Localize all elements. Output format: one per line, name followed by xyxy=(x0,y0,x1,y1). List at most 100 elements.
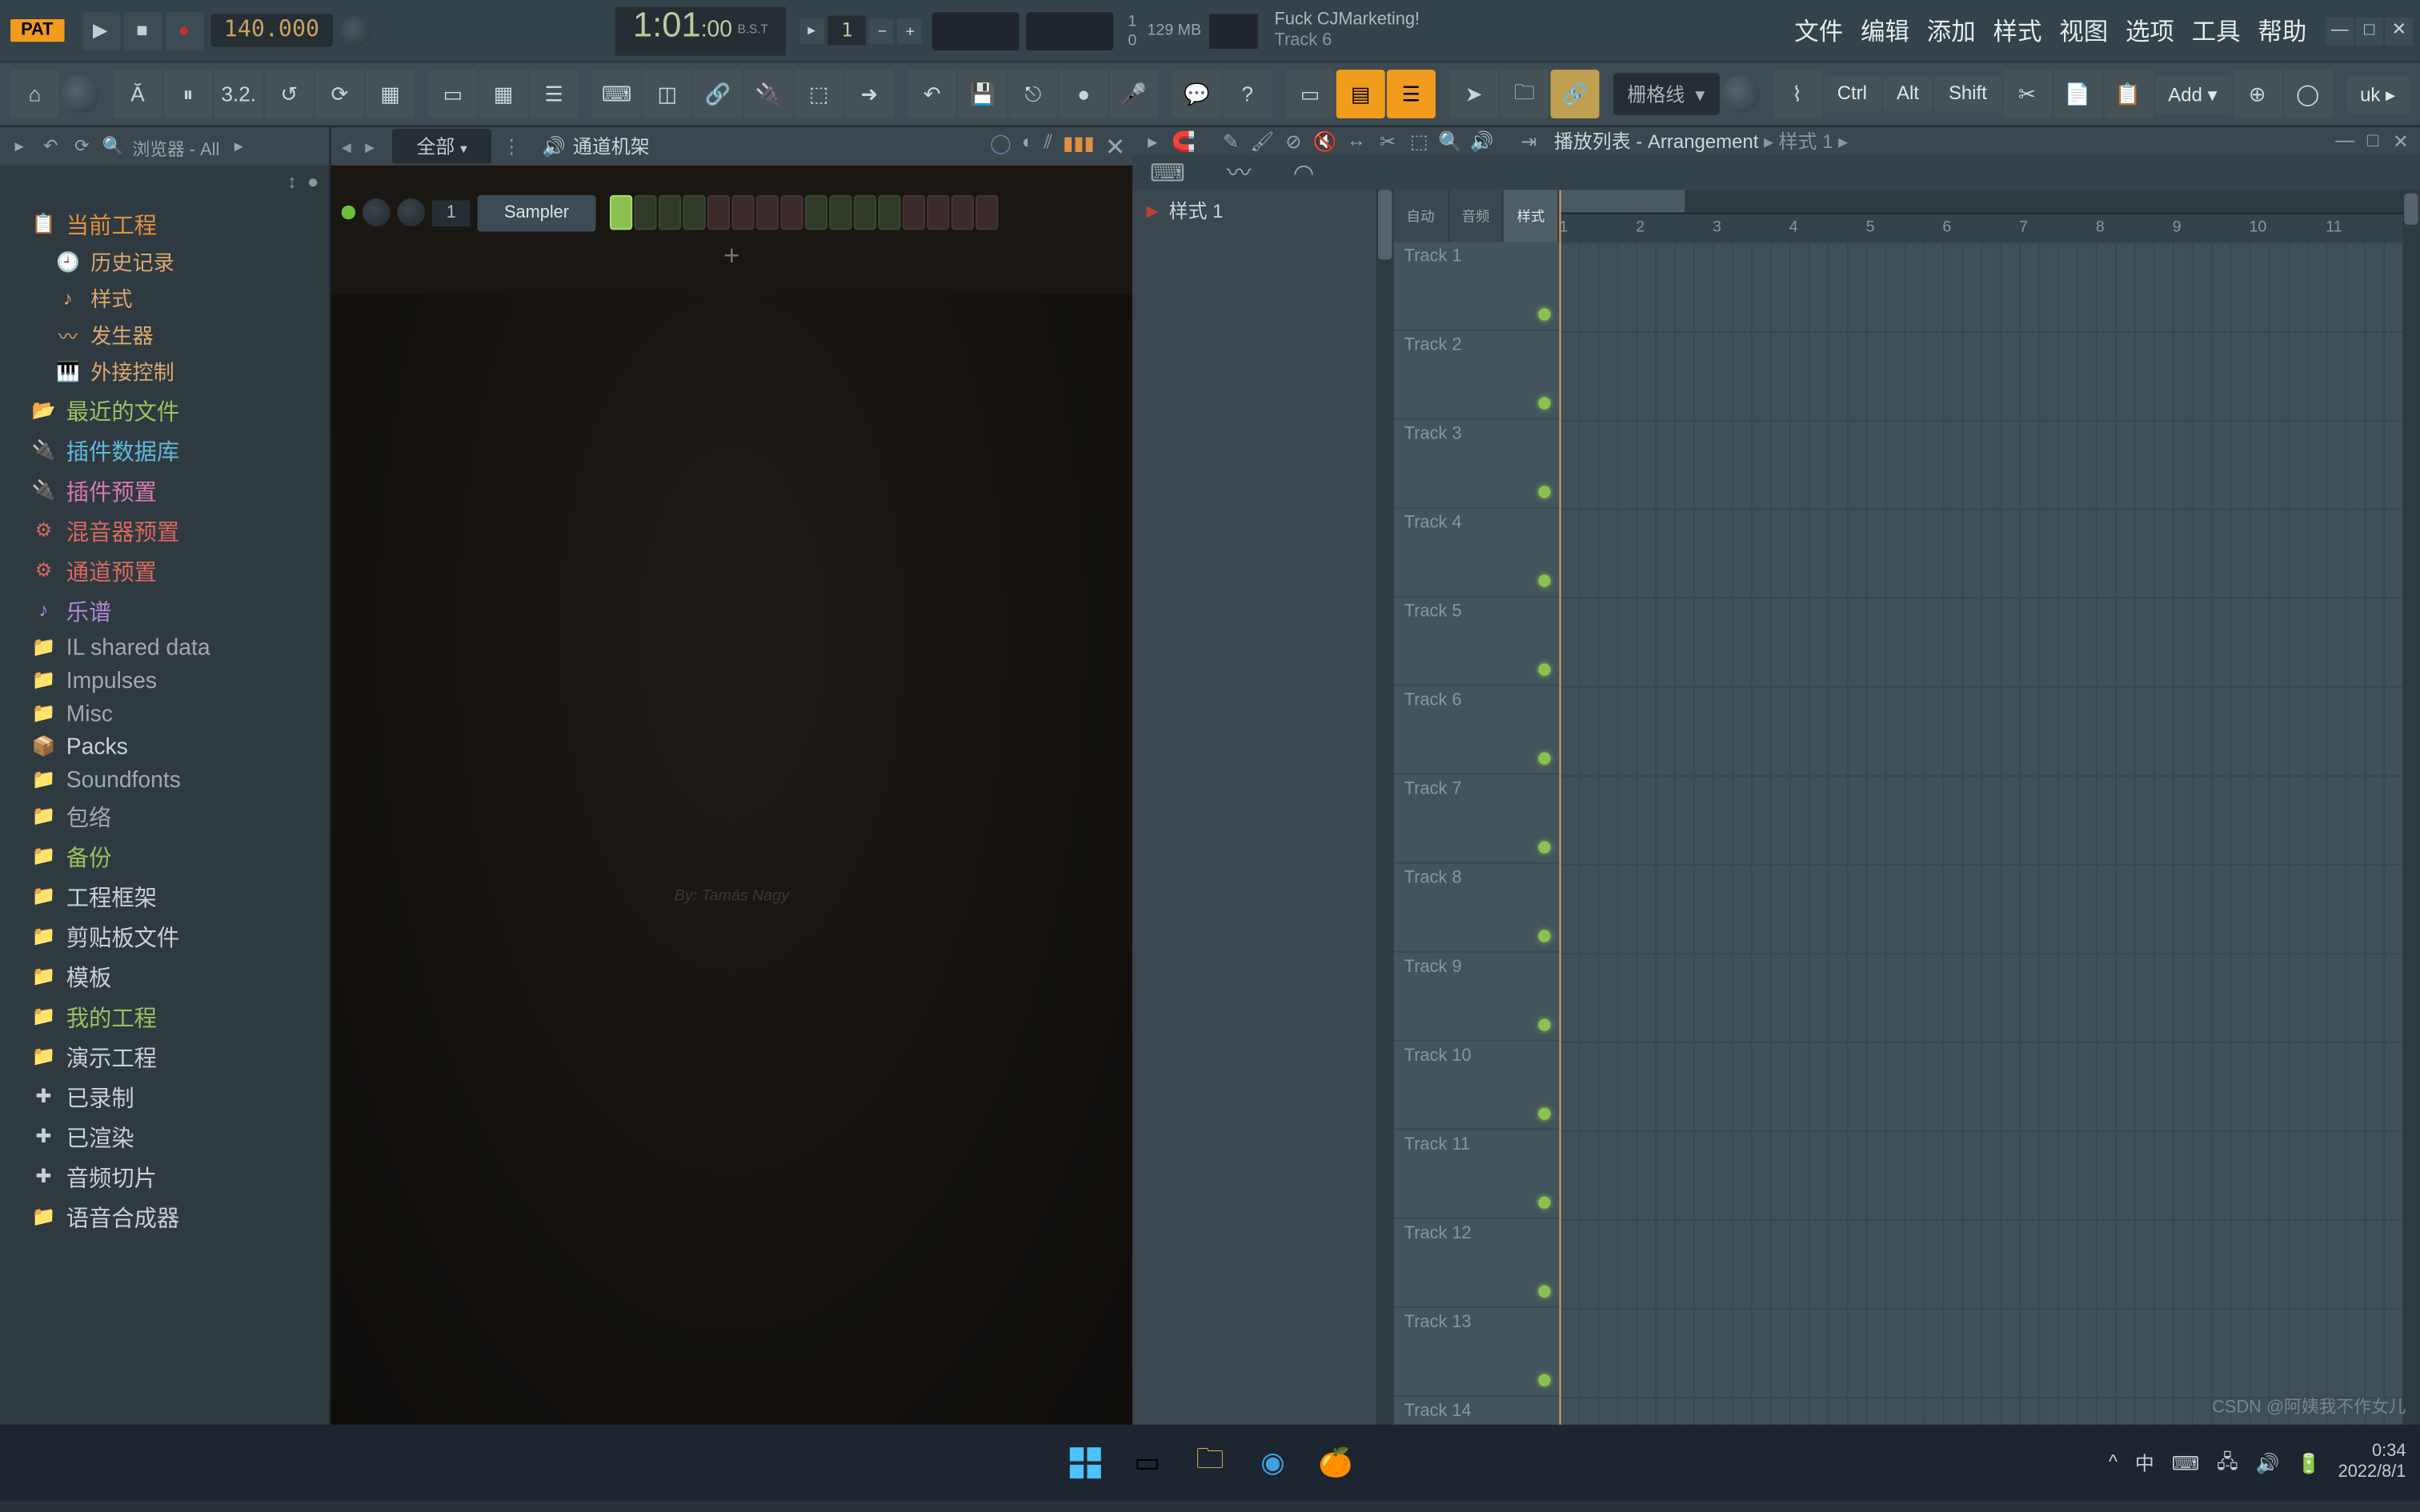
close-button[interactable]: ✕ xyxy=(2385,17,2413,45)
record-button[interactable]: ● xyxy=(165,11,203,50)
taskview-button[interactable]: ▭ xyxy=(1123,1438,1172,1487)
track-header-8[interactable]: Track 8 xyxy=(1394,864,1560,953)
tray-network-icon[interactable]: 🖧 xyxy=(2217,1446,2238,1479)
timeline-ruler[interactable]: 1234567891011 xyxy=(1559,214,2419,242)
multilink-toggle[interactable]: 🔗 xyxy=(693,70,742,118)
step-8[interactable] xyxy=(780,195,803,230)
step-edit-toggle[interactable]: ▦ xyxy=(366,70,415,118)
channel-number[interactable]: 1 xyxy=(432,199,471,226)
track-header-6[interactable]: Track 6 xyxy=(1394,686,1560,775)
browser-item-8[interactable]: ⚙混音器预置 xyxy=(0,510,329,550)
tray-chevron-icon[interactable]: ^ xyxy=(2109,1453,2118,1474)
maximize-button[interactable]: □ xyxy=(2355,17,2383,45)
browser-item-0[interactable]: 📋当前工程 xyxy=(0,204,329,244)
snap-knob[interactable] xyxy=(1721,75,1759,114)
pl-close-button[interactable]: ✕ xyxy=(2389,130,2413,152)
browser-item-12[interactable]: 📁Impulses xyxy=(0,663,329,696)
rack-graph-icon[interactable]: ⫽ xyxy=(1044,131,1052,161)
browser-sort-icon[interactable]: ↕ xyxy=(287,173,297,194)
browser-item-21[interactable]: 📁我的工程 xyxy=(0,996,329,1036)
browser-item-25[interactable]: ✚音频切片 xyxy=(0,1157,329,1197)
plugin-2-icon[interactable]: ⬚ xyxy=(795,70,843,118)
menu-add[interactable]: 添加 xyxy=(1918,2,1985,58)
track-mute-led[interactable] xyxy=(1538,663,1550,675)
main-menu-button[interactable]: ⌂ xyxy=(10,70,59,118)
channel-mute-led[interactable] xyxy=(342,206,355,219)
step-10[interactable] xyxy=(829,195,851,230)
copy-button[interactable]: 📄 xyxy=(2053,70,2102,118)
browser-options-icon[interactable]: ● xyxy=(307,173,319,194)
browser-collapse-icon[interactable]: ▸ xyxy=(7,137,31,156)
flstudio-icon[interactable]: 🍊 xyxy=(1311,1438,1360,1487)
pl-tool-play-icon[interactable]: 🔊 xyxy=(1468,130,1495,152)
playlist-crumb-pattern[interactable]: 样式 1 xyxy=(1779,132,1833,153)
browser-search-icon[interactable]: 🔍 xyxy=(101,137,125,156)
pl-menu-icon[interactable]: ▸ xyxy=(1140,130,1166,152)
pl-tool-select-icon[interactable]: ⬚ xyxy=(1406,130,1432,152)
rack-bars-icon[interactable]: ▮▮▮ xyxy=(1063,131,1095,161)
track-tab-auto[interactable]: 自动 xyxy=(1394,190,1449,242)
explorer-icon[interactable]: 🗀 xyxy=(1185,1438,1234,1487)
browser-item-1[interactable]: 🕘历史记录 xyxy=(0,244,329,281)
pattern-number[interactable]: 1 xyxy=(827,16,867,46)
close-all-button[interactable]: ⊕ xyxy=(2233,70,2282,118)
browser-expand-icon[interactable]: ▸ xyxy=(226,137,250,156)
rack-nav-fwd-icon[interactable]: ▸ xyxy=(362,135,379,158)
step-1[interactable] xyxy=(610,195,632,230)
rack-close-button[interactable]: ✕ xyxy=(1105,131,1126,161)
snap-grid-icon[interactable]: ▦ xyxy=(479,70,528,118)
step-14[interactable] xyxy=(927,195,949,230)
menu-options[interactable]: 选项 xyxy=(2117,2,2183,58)
view-browser-button[interactable]: 🗀 xyxy=(1500,70,1549,118)
pl-tool-draw-icon[interactable]: ✎ xyxy=(1218,130,1244,152)
tray-ime-indicator[interactable]: 中 xyxy=(2135,1449,2154,1477)
track-header-10[interactable]: Track 10 xyxy=(1394,1042,1560,1130)
pl-minimize-button[interactable]: — xyxy=(2333,130,2357,152)
edge-icon[interactable]: ◉ xyxy=(1248,1438,1297,1487)
tray-input-icon[interactable]: ⌨ xyxy=(2172,1452,2200,1474)
track-header-12[interactable]: Track 12 xyxy=(1394,1219,1560,1308)
enable-groups-toggle[interactable]: ◫ xyxy=(643,70,691,118)
cut-button[interactable]: ✂ xyxy=(2002,70,2051,118)
time-display[interactable]: 1:01 :00 B.S.T xyxy=(615,6,785,55)
pl-tool-slice-icon[interactable]: ✂ xyxy=(1375,130,1401,152)
undo-button[interactable]: ↶ xyxy=(908,70,956,118)
playlist-minimap[interactable] xyxy=(1559,190,2419,214)
view-pianoroll-button[interactable]: ▤ xyxy=(1336,70,1385,118)
browser-item-4[interactable]: 🎹外接控制 xyxy=(0,354,329,390)
track-mute-led[interactable] xyxy=(1538,1374,1550,1386)
add-button[interactable]: Add ▾ xyxy=(2154,76,2231,113)
step-2[interactable] xyxy=(634,195,656,230)
track-header-5[interactable]: Track 5 xyxy=(1394,598,1560,686)
play-button[interactable]: ▶ xyxy=(81,11,119,50)
pattern-prev-button[interactable]: ▸ xyxy=(799,18,823,42)
browser-item-14[interactable]: 📦Packs xyxy=(0,730,329,762)
step-9[interactable] xyxy=(805,195,827,230)
menu-tools[interactable]: 工具 xyxy=(2183,2,2250,58)
picker-scrollbar[interactable] xyxy=(1376,190,1394,1486)
main-volume-knob[interactable] xyxy=(61,75,99,114)
browser-item-15[interactable]: 📁Soundfonts xyxy=(0,763,329,796)
step-5[interactable] xyxy=(707,195,730,230)
snap-list-icon[interactable]: ☰ xyxy=(530,70,579,118)
track-header-9[interactable]: Track 9 xyxy=(1394,953,1560,1042)
tab-automation[interactable]: 〰 xyxy=(1227,155,1251,190)
one-click-record[interactable]: ● xyxy=(1060,70,1108,118)
pl-tool-paint-icon[interactable]: 🖌 xyxy=(1249,130,1276,152)
playhead[interactable] xyxy=(1559,190,1561,1486)
overdub-toggle[interactable]: ↺ xyxy=(265,70,314,118)
track-mute-led[interactable] xyxy=(1538,1019,1550,1031)
step-7[interactable] xyxy=(756,195,779,230)
menu-file[interactable]: 文件 xyxy=(1785,2,1852,58)
browser-item-16[interactable]: 📁包络 xyxy=(0,796,329,836)
menu-patterns[interactable]: 样式 xyxy=(1985,2,2051,58)
browser-item-13[interactable]: 📁Misc xyxy=(0,697,329,730)
step-15[interactable] xyxy=(952,195,974,230)
view-playlist-button[interactable]: ▭ xyxy=(1286,70,1335,118)
step-16[interactable] xyxy=(976,195,998,230)
browser-refresh-icon[interactable]: ⟳ xyxy=(70,137,94,156)
tray-battery-icon[interactable]: 🔋 xyxy=(2297,1452,2321,1474)
typing-keyboard-toggle[interactable]: ⌨ xyxy=(592,70,641,118)
channel-group-selector[interactable]: 全部 ▾ xyxy=(392,129,491,164)
track-header-7[interactable]: Track 7 xyxy=(1394,775,1560,864)
